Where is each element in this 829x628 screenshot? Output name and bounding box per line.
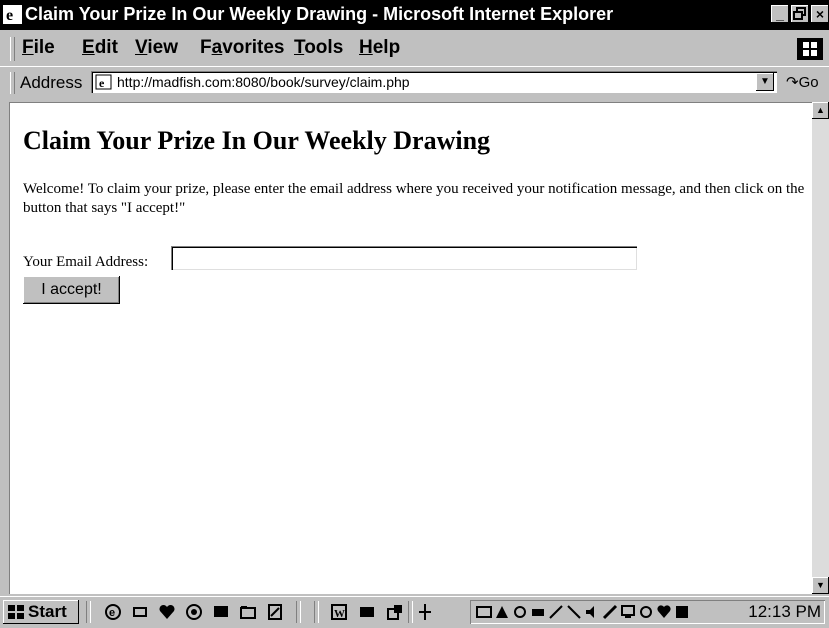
tray-monitor-icon[interactable]: [620, 604, 636, 620]
explorer-quicklaunch-icon[interactable]: [386, 603, 404, 621]
address-url[interactable]: http://madfish.com:8080/book/survey/clai…: [117, 74, 410, 90]
menu-help[interactable]: Help: [359, 37, 400, 59]
mail-quicklaunch-icon[interactable]: [358, 603, 376, 621]
tray-refresh-icon[interactable]: [638, 604, 654, 620]
svg-text:e: e: [109, 607, 115, 619]
tray-antivirus-icon[interactable]: [494, 604, 510, 620]
intro-text: Welcome! To claim your prize, please ent…: [23, 181, 805, 216]
tray-volume-icon[interactable]: [512, 604, 528, 620]
tray-pen-icon[interactable]: [566, 604, 582, 620]
address-bar: Address e http://madfish.com:8080/book/s…: [0, 66, 829, 99]
tray-tool-icon[interactable]: [602, 604, 618, 620]
tray-network-icon[interactable]: [476, 604, 492, 620]
menubar-grip[interactable]: [10, 37, 15, 61]
taskbar: Start e W 12:13 PM: [0, 596, 829, 628]
tray-speaker-icon[interactable]: [584, 604, 600, 620]
taskbar-separator: [86, 601, 91, 623]
channels-quicklaunch-icon[interactable]: [185, 603, 203, 621]
minimize-button[interactable]: _: [771, 5, 789, 23]
go-label: Go: [798, 74, 819, 91]
email-input[interactable]: [171, 246, 637, 270]
internet-explorer-icon: e: [3, 5, 22, 24]
address-field[interactable]: e http://madfish.com:8080/book/survey/cl…: [91, 71, 777, 93]
tray-app-icon[interactable]: [674, 604, 690, 620]
windows-flag-icon: [8, 605, 24, 619]
svg-text:e: e: [6, 7, 13, 24]
notepad-quicklaunch-icon[interactable]: [266, 603, 284, 621]
split-quicklaunch-icon[interactable]: [416, 603, 434, 621]
svg-text:e: e: [99, 76, 105, 90]
start-button[interactable]: Start: [3, 600, 79, 624]
addressbar-grip[interactable]: [10, 72, 15, 94]
tray-heart-icon[interactable]: [656, 604, 672, 620]
web-page-icon: e: [95, 74, 112, 90]
email-label: Your Email Address:: [23, 254, 149, 270]
word-quicklaunch-icon[interactable]: W: [330, 603, 348, 621]
vertical-scrollbar[interactable]: ▲ ▼: [812, 102, 829, 594]
address-label: Address: [20, 73, 83, 92]
tray-satellite-icon[interactable]: [548, 604, 564, 620]
menu-edit[interactable]: Edit: [82, 37, 118, 59]
maximize-button[interactable]: [791, 5, 809, 23]
restore-icon: [793, 7, 806, 20]
svg-text:W: W: [334, 608, 345, 620]
heart-quicklaunch-icon[interactable]: [158, 603, 176, 621]
menu-bar: File Edit View Favorites Tools Help: [0, 34, 829, 64]
clock: 12:13 PM: [748, 602, 821, 621]
address-dropdown-button[interactable]: ▼: [756, 73, 774, 91]
window-title: Claim Your Prize In Our Weekly Drawing -…: [25, 4, 614, 24]
menu-tools[interactable]: Tools: [294, 37, 343, 59]
accept-button[interactable]: I accept!: [23, 276, 120, 304]
system-tray: 12:13 PM: [470, 600, 825, 624]
page-content: Claim Your Prize In Our Weekly Drawing W…: [9, 102, 812, 594]
folder-quicklaunch-icon[interactable]: [239, 603, 257, 621]
taskbar-separator: [314, 601, 319, 623]
menu-view[interactable]: View: [135, 37, 178, 59]
outlook-quicklaunch-icon[interactable]: [131, 603, 149, 621]
tray-printer-icon[interactable]: [530, 604, 546, 620]
taskbar-separator: [408, 601, 413, 623]
ie-quicklaunch-icon[interactable]: e: [104, 603, 122, 621]
close-button[interactable]: ×: [811, 5, 829, 23]
page-heading: Claim Your Prize In Our Weekly Drawing: [23, 126, 491, 155]
title-bar: e Claim Your Prize In Our Weekly Drawing…: [0, 0, 829, 30]
menu-favorites[interactable]: Favorites: [200, 37, 285, 59]
browser-window: e Claim Your Prize In Our Weekly Drawing…: [0, 0, 829, 628]
scroll-up-button[interactable]: ▲: [812, 102, 829, 119]
scroll-down-button[interactable]: ▼: [812, 577, 829, 594]
taskbar-separator: [296, 601, 301, 623]
go-button[interactable]: ↷Go: [786, 73, 819, 91]
go-arrow-icon: ↷: [786, 74, 799, 91]
desktop-quicklaunch-icon[interactable]: [212, 603, 230, 621]
start-label: Start: [28, 602, 67, 621]
menu-file[interactable]: File: [22, 37, 55, 59]
windows-logo-icon: [797, 38, 823, 60]
